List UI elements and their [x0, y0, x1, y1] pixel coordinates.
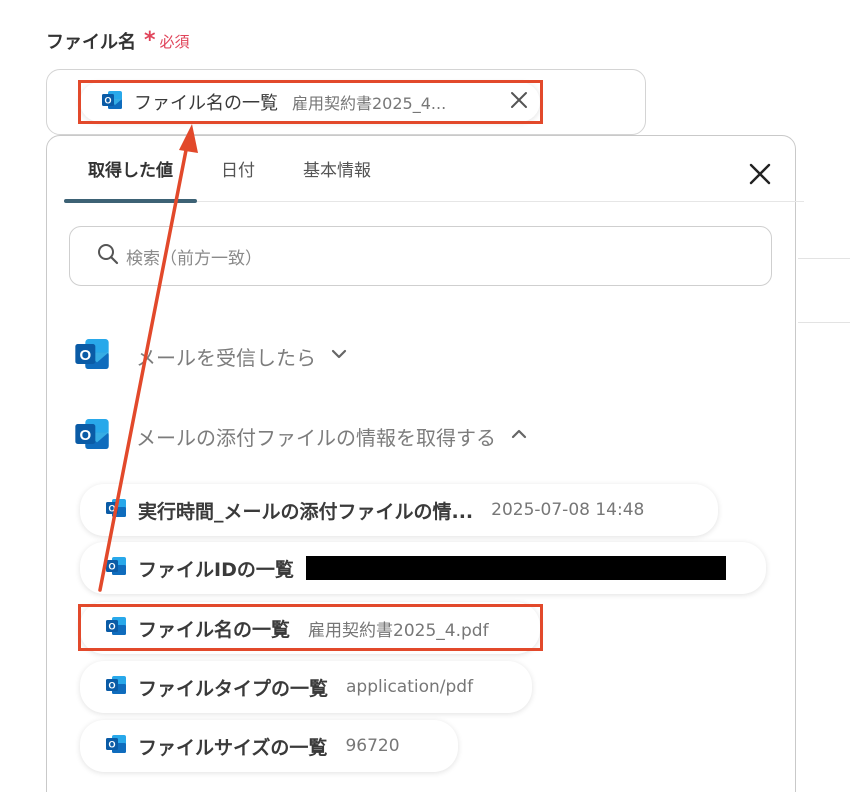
background-divider	[798, 258, 850, 259]
chevron-up-icon	[510, 425, 528, 447]
outlook-icon: O	[104, 673, 128, 701]
svg-text:O: O	[108, 622, 115, 632]
item-value: application/pdf	[346, 677, 474, 697]
svg-text:O: O	[104, 96, 111, 106]
svg-text:O: O	[108, 504, 115, 514]
svg-text:O: O	[108, 562, 115, 572]
section-title: メールを受信したら	[136, 345, 316, 370]
search-input[interactable]: 検索（前方一致）	[69, 226, 772, 286]
item-name: 実行時間_メールの添付ファイルの情...	[138, 500, 474, 523]
tab-bar: 取得した値 日付 基本情報	[64, 148, 804, 203]
panel-close-icon[interactable]	[744, 158, 776, 190]
item-name: ファイル名の一覧	[138, 618, 291, 641]
outlook-icon: O	[100, 88, 124, 116]
svg-text:O: O	[108, 740, 115, 750]
redacted-value	[305, 556, 726, 580]
value-item-file-name[interactable]: O ファイル名の一覧 雇用契約書2025_4.pdf	[80, 602, 540, 654]
search-placeholder: 検索（前方一致）	[126, 248, 262, 269]
outlook-icon: O	[72, 334, 112, 378]
selected-value-chip[interactable]: O ファイル名の一覧 雇用契約書2025_4...	[80, 82, 540, 122]
item-value: 雇用契約書2025_4.pdf	[308, 620, 489, 641]
svg-text:O: O	[79, 427, 91, 444]
required-star: *	[144, 28, 156, 53]
item-name: ファイルサイズの一覧	[138, 736, 328, 759]
value-item-execution-time[interactable]: O 実行時間_メールの添付ファイルの情... 2025-07-08 14:48	[80, 484, 718, 536]
outlook-icon: O	[72, 414, 112, 458]
field-label: ファイル名 * 必須	[46, 28, 190, 54]
close-icon[interactable]	[510, 90, 528, 114]
section-attachment-info[interactable]: O メールの添付ファイルの情報を取得する	[72, 414, 528, 458]
item-value: 96720	[345, 736, 400, 756]
value-item-file-id[interactable]: O ファイルIDの一覧	[80, 542, 766, 594]
outlook-icon: O	[104, 554, 128, 582]
chip-value: 雇用契約書2025_4...	[292, 94, 447, 113]
field-label-text: ファイル名	[46, 32, 136, 53]
svg-text:O: O	[79, 347, 91, 364]
section-title: メールの添付ファイルの情報を取得する	[136, 425, 496, 450]
required-badge: * 必須	[144, 30, 190, 52]
outlook-icon: O	[104, 614, 128, 642]
item-name: ファイルタイプの一覧	[138, 677, 329, 700]
svg-text:O: O	[108, 681, 115, 691]
value-item-file-type[interactable]: O ファイルタイプの一覧 application/pdf	[80, 661, 532, 713]
background-divider	[798, 322, 850, 323]
value-item-file-size[interactable]: O ファイルサイズの一覧 96720	[80, 720, 458, 772]
tab-basic-info[interactable]: 基本情報	[279, 148, 395, 202]
item-value: 2025-07-08 14:48	[491, 500, 645, 520]
chip-name: ファイル名の一覧	[134, 93, 278, 114]
item-name: ファイルIDの一覧	[138, 558, 294, 581]
chevron-down-icon	[330, 345, 348, 367]
tab-fetched-values[interactable]: 取得した値	[64, 148, 197, 203]
search-icon	[96, 242, 120, 270]
required-text: 必須	[159, 32, 190, 51]
outlook-icon: O	[104, 732, 128, 760]
tab-date[interactable]: 日付	[197, 148, 279, 202]
section-mail-received[interactable]: O メールを受信したら	[72, 334, 348, 378]
outlook-icon: O	[104, 496, 128, 524]
